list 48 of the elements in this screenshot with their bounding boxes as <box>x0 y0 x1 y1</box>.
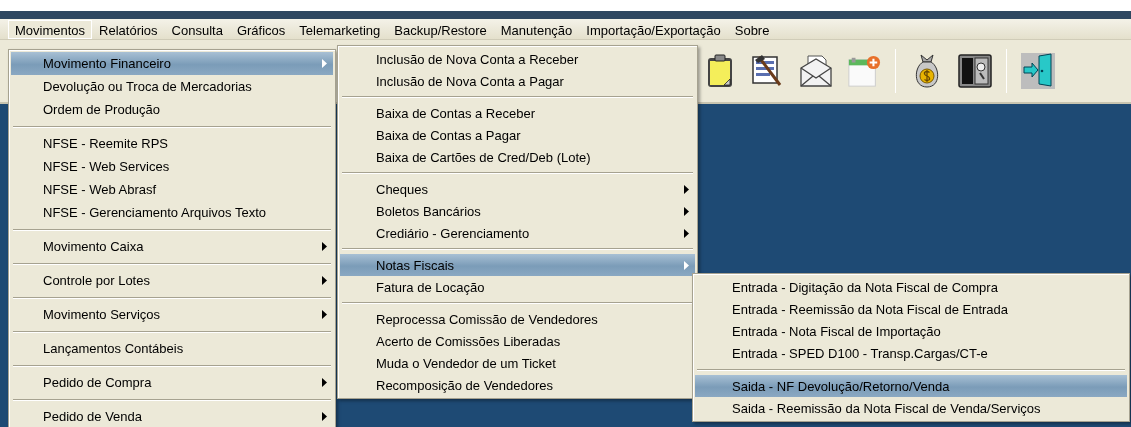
menu-item[interactable]: Fatura de Locação <box>340 276 695 298</box>
menu-item[interactable]: Boletos Bancários <box>340 200 695 222</box>
menu-item[interactable]: Entrada - SPED D100 - Transp.Cargas/CT-e <box>695 342 1127 364</box>
menu-bar-item[interactable]: Telemarketing <box>292 19 388 39</box>
menu-bar-item[interactable]: Movimentos <box>8 19 93 39</box>
menu-item[interactable]: Entrada - Nota Fiscal de Importação <box>695 320 1127 342</box>
menu-item[interactable]: NFSE - Web Services <box>11 155 333 178</box>
menu-item[interactable]: NFSE - Gerenciamento Arquivos Texto <box>11 201 333 224</box>
menu-item[interactable]: Lançamentos Contábeis <box>11 337 333 360</box>
menu-item[interactable]: Muda o Vendedor de um Ticket <box>340 352 695 374</box>
menu-item[interactable]: Movimento Financeiro <box>11 52 333 75</box>
menu-bar-item[interactable]: Sobre <box>727 19 777 39</box>
menu-item[interactable]: Devolução ou Troca de Mercadorias <box>11 75 333 98</box>
calendar-plus-icon[interactable] <box>847 53 881 89</box>
menu-bar-item[interactable]: Consulta <box>164 19 230 39</box>
menu-item[interactable]: Notas Fiscais <box>340 254 695 276</box>
menu-bar-item[interactable]: Gráficos <box>229 19 293 39</box>
menu-bar-item[interactable]: Backup/Restore <box>387 19 494 39</box>
form-hammer-icon[interactable] <box>752 54 784 88</box>
menu-item[interactable]: Entrada - Reemissão da Nota Fiscal de Entrada <box>695 298 1127 320</box>
menu-item[interactable]: Baixa de Contas a Pagar <box>340 124 695 146</box>
menu-item[interactable]: Controle por Lotes <box>11 269 333 292</box>
menu-item[interactable]: Movimento Caixa <box>11 235 333 258</box>
safe-icon[interactable] <box>958 53 992 89</box>
menu-item[interactable]: Ordem de Produção <box>11 98 333 121</box>
menu-bar-item[interactable]: Importação/Exportação <box>579 19 728 39</box>
menu-item[interactable]: Saida - NF Devolução/Retorno/Venda <box>695 375 1127 397</box>
menu-bar-item[interactable]: Manutenção <box>493 19 580 39</box>
menu-item[interactable]: Acerto de Comissões Liberadas <box>340 330 695 352</box>
menu-item[interactable]: Reprocessa Comissão de Vendedores <box>340 308 695 330</box>
menu-item[interactable]: Recomposição de Vendedores <box>340 374 695 396</box>
menu-item[interactable]: Cheques <box>340 178 695 200</box>
menu-item[interactable]: Baixa de Contas a Receber <box>340 102 695 124</box>
envelope-icon[interactable] <box>800 54 832 88</box>
exit-door-icon[interactable] <box>1021 53 1055 89</box>
menu-item[interactable]: Inclusão de Nova Conta a Receber <box>340 48 695 70</box>
menu-item[interactable]: Inclusão de Nova Conta a Pagar <box>340 70 695 92</box>
menu-item[interactable]: Movimento Serviços <box>11 303 333 326</box>
menu-item[interactable]: Saida - Reemissão da Nota Fiscal de Venda/Serviços <box>695 397 1127 419</box>
menu-item[interactable]: Entrada - Digitação da Nota Fiscal de Compra <box>695 276 1127 298</box>
menu-item[interactable]: Pedido de Venda <box>11 405 333 427</box>
menu-item[interactable]: NFSE - Web Abrasf <box>11 178 333 201</box>
menu-item[interactable]: Baixa de Cartões de Cred/Deb (Lote) <box>340 146 695 168</box>
menu-item[interactable]: Pedido de Compra <box>11 371 333 394</box>
menu-bar-item[interactable]: Relatórios <box>92 19 165 39</box>
menu-item[interactable]: NFSE - Reemite RPS <box>11 132 333 155</box>
clipboard-icon[interactable] <box>707 54 733 88</box>
menu-item[interactable]: Crediário - Gerenciamento <box>340 222 695 244</box>
